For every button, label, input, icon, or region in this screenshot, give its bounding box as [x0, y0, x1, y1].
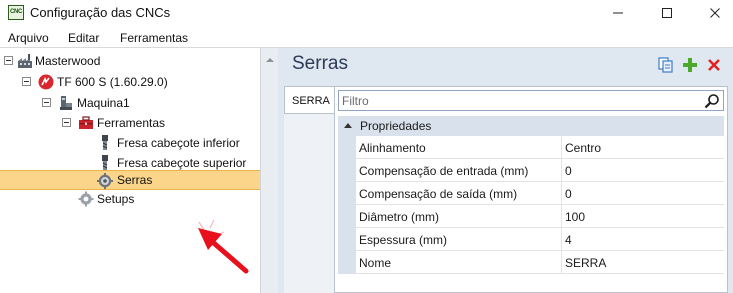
property-value-cell[interactable]: 0	[562, 159, 724, 182]
tree-node-label: Ferramentas	[97, 116, 166, 130]
window-title: Configuração das CNCs	[30, 5, 171, 20]
property-name: Compensação de entrada (mm)	[359, 164, 529, 178]
tree-node-ferramentas[interactable]: Ferramentas	[0, 113, 260, 133]
saw-gear-icon	[97, 173, 113, 189]
close-button[interactable]	[692, 0, 733, 26]
factory-icon	[17, 53, 33, 69]
property-value: 0	[565, 187, 572, 201]
collapse-caret-icon[interactable]	[344, 123, 352, 128]
property-name: Alinhamento	[359, 141, 426, 155]
tree-node-label: Fresa cabeçote superior	[117, 156, 247, 170]
drill-bit-icon	[97, 155, 113, 171]
collapse-toggle[interactable]	[62, 118, 71, 127]
row-gutter	[338, 251, 356, 274]
add-icon[interactable]	[681, 56, 699, 74]
machine-icon	[58, 95, 74, 111]
maximize-button[interactable]	[644, 0, 690, 26]
drill-bit-icon	[97, 135, 113, 151]
pane-splitter[interactable]	[260, 48, 278, 293]
tree-node-label: Maquina1	[77, 96, 130, 110]
delete-icon[interactable]	[705, 56, 723, 74]
property-value: 0	[565, 164, 572, 178]
detail-toolbar	[657, 56, 723, 74]
tree-node-label: TF 600 S (1.60.29.0)	[57, 75, 168, 89]
tree-node-label: Serras	[117, 173, 153, 187]
tree-view: Masterwood TF 600 S (1.60.29.0) Maquina1…	[0, 48, 260, 293]
toolbox-icon	[78, 115, 94, 131]
property-value-cell[interactable]: Centro	[562, 136, 724, 159]
property-row-espessura[interactable]: Espessura (mm) 4	[338, 228, 724, 251]
property-row-alinhamento[interactable]: Alinhamento Centro	[338, 136, 724, 159]
property-name: Nome	[359, 256, 392, 270]
collapse-toggle[interactable]	[42, 98, 51, 107]
property-value-cell[interactable]: 0	[562, 182, 724, 205]
row-gutter	[338, 228, 356, 251]
filter-field[interactable]	[338, 90, 724, 111]
machine-brand-icon	[38, 74, 54, 90]
property-group-header[interactable]: Propriedades	[338, 116, 724, 136]
row-gutter	[338, 136, 356, 159]
property-value-cell[interactable]: SERRA	[562, 251, 724, 274]
property-row-compensacao-entrada[interactable]: Compensação de entrada (mm) 0	[338, 159, 724, 182]
gear-icon	[78, 191, 94, 207]
tree-node-serras[interactable]: Serras	[0, 170, 260, 190]
annotation-arrow-icon	[198, 219, 249, 274]
page-title: Serras	[292, 53, 348, 74]
property-name: Compensação de saída (mm)	[359, 187, 518, 201]
property-row-nome[interactable]: Nome SERRA	[338, 251, 724, 274]
property-group-label: Propriedades	[360, 119, 432, 133]
menu-editar[interactable]: Editar	[68, 31, 99, 45]
row-gutter	[338, 205, 356, 228]
row-gutter	[338, 159, 356, 182]
filter-input[interactable]	[342, 92, 692, 109]
property-name-cell: Alinhamento	[356, 136, 562, 159]
menu-arquivo[interactable]: Arquivo	[8, 31, 49, 45]
property-name-cell: Diâmetro (mm)	[356, 205, 562, 228]
property-name: Espessura (mm)	[359, 233, 448, 247]
detail-pane: Serras SERRA Propriedades Alinha	[278, 48, 733, 293]
tab-serra[interactable]: SERRA	[284, 86, 334, 114]
tree-node-tf600s[interactable]: TF 600 S (1.60.29.0)	[0, 72, 260, 92]
property-name-cell: Compensação de entrada (mm)	[356, 159, 562, 182]
menu-ferramentas[interactable]: Ferramentas	[120, 31, 188, 45]
tree-node-label: Setups	[97, 192, 135, 206]
property-grid: Propriedades Alinhamento Centro Compensa…	[334, 86, 728, 293]
tree-node-setups[interactable]: Setups	[0, 189, 260, 209]
tab-strip: SERRA	[284, 86, 334, 293]
close-icon	[710, 8, 720, 18]
property-value: 4	[565, 233, 572, 247]
title-bar: CNC Configuração das CNCs	[0, 0, 733, 26]
tree-node-masterwood[interactable]: Masterwood	[0, 51, 260, 71]
tab-label: SERRA	[292, 95, 330, 107]
minimize-icon	[613, 12, 623, 14]
property-name-cell: Nome	[356, 251, 562, 274]
menu-bar: Arquivo Editar Ferramentas	[0, 27, 733, 48]
splitter-up-icon[interactable]	[266, 58, 274, 62]
property-row-compensacao-saida[interactable]: Compensação de saída (mm) 0	[338, 182, 724, 205]
property-name: Diâmetro (mm)	[359, 210, 439, 224]
property-value: Centro	[565, 141, 602, 155]
collapse-toggle[interactable]	[4, 56, 13, 65]
maximize-icon	[662, 8, 672, 18]
property-row-diametro[interactable]: Diâmetro (mm) 100	[338, 205, 724, 228]
property-value: 100	[565, 210, 586, 224]
search-icon[interactable]	[704, 93, 720, 109]
property-value-cell[interactable]: 100	[562, 205, 724, 228]
tree-node-label: Fresa cabeçote inferior	[117, 136, 240, 150]
copy-icon[interactable]	[657, 56, 675, 74]
tree-node-maquina1[interactable]: Maquina1	[0, 93, 260, 113]
property-value-cell[interactable]: 4	[562, 228, 724, 251]
tree-node-fresa-inferior[interactable]: Fresa cabeçote inferior	[0, 133, 260, 153]
property-value: SERRA	[565, 256, 607, 270]
property-name-cell: Compensação de saída (mm)	[356, 182, 562, 205]
tree-node-label: Masterwood	[35, 54, 101, 68]
property-name-cell: Espessura (mm)	[356, 228, 562, 251]
collapse-toggle[interactable]	[22, 77, 31, 86]
minimize-button[interactable]	[595, 0, 641, 26]
row-gutter	[338, 182, 356, 205]
app-icon: CNC	[8, 5, 24, 20]
